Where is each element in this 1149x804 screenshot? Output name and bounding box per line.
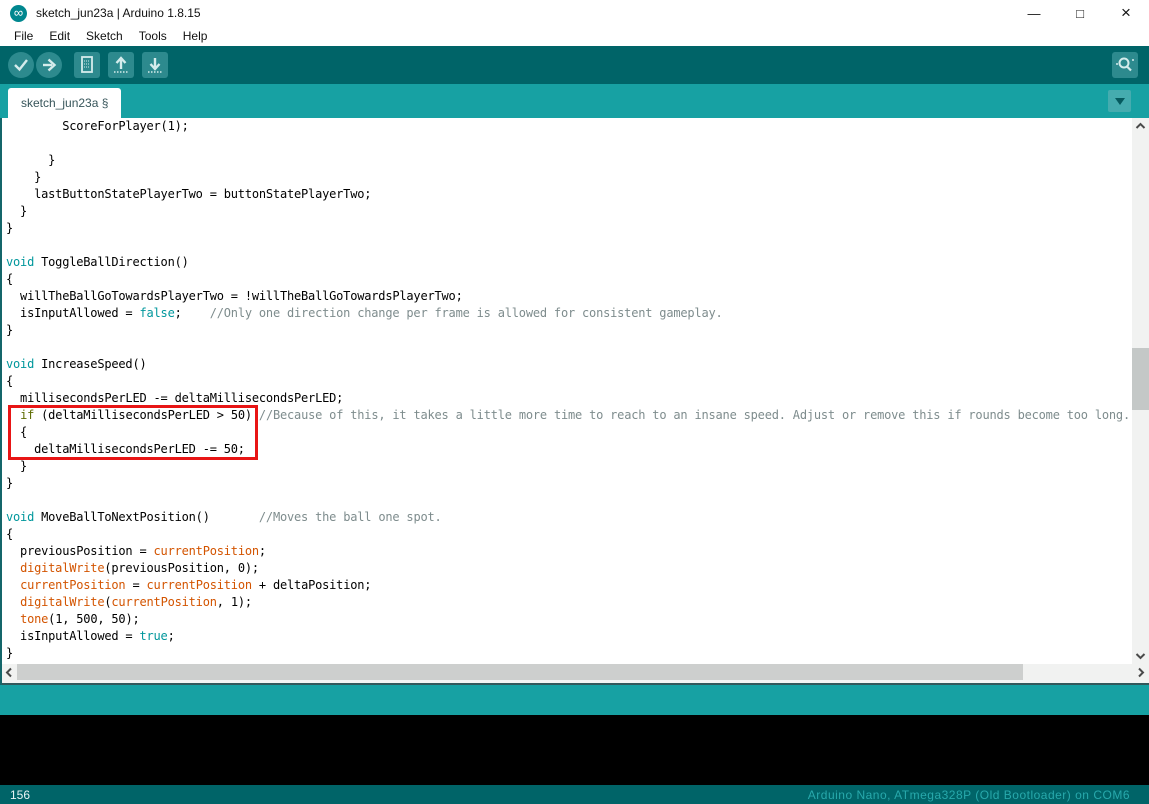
code-line: } [6,645,1132,662]
arrow-right-icon [36,52,62,78]
arrow-up-tray-icon [108,52,134,78]
code-line: { [6,271,1132,288]
code-line [6,492,1132,509]
menu-edit[interactable]: Edit [41,27,78,45]
horizontal-scrollbar[interactable] [0,664,1149,680]
tab-list-dropdown-button[interactable] [1108,90,1131,112]
code-line: void ToggleBallDirection() [6,254,1132,271]
code-line: tone(1, 500, 50); [6,611,1132,628]
code-line: } [6,152,1132,169]
menu-help[interactable]: Help [175,27,216,45]
code-line: } [6,169,1132,186]
menu-file[interactable]: File [6,27,41,45]
save-sketch-button[interactable] [142,52,168,78]
code-line: digitalWrite(currentPosition, 1); [6,594,1132,611]
close-button[interactable]: × [1103,0,1149,26]
code-line: isInputAllowed = false; //Only one direc… [6,305,1132,322]
window-controls: — □ × [1011,0,1149,26]
code-line: isInputAllowed = true; [6,628,1132,645]
menu-tools[interactable]: Tools [131,27,175,45]
scroll-down-arrow[interactable] [1132,648,1149,664]
scroll-up-arrow[interactable] [1132,118,1149,134]
titlebar: ∞ sketch_jun23a | Arduino 1.8.15 — □ × [0,0,1149,26]
code-line: } [6,475,1132,492]
verify-button[interactable] [8,52,34,78]
menu-sketch[interactable]: Sketch [78,27,131,45]
code-line: void IncreaseSpeed() [6,356,1132,373]
code-line: { [6,373,1132,390]
code-line: ScoreForPlayer(1); [6,118,1132,135]
code-line [6,237,1132,254]
arrow-down-tray-icon [142,52,168,78]
status-message-area [0,685,1149,715]
check-icon [8,52,34,78]
console-output [0,715,1149,785]
horizontal-scrollbar-thumb[interactable] [17,664,1023,680]
scroll-right-arrow[interactable] [1132,664,1149,680]
minimize-button[interactable]: — [1011,0,1057,26]
arduino-logo-icon: ∞ [10,5,27,22]
vertical-scrollbar[interactable] [1132,118,1149,664]
menubar: File Edit Sketch Tools Help [0,26,1149,46]
chevron-down-icon [1115,98,1125,105]
code-line: digitalWrite(previousPosition, 0); [6,560,1132,577]
code-line [6,339,1132,356]
tabbar: sketch_jun23a § [0,84,1149,118]
code-line: } [6,458,1132,475]
board-port-info: Arduino Nano, ATmega328P (Old Bootloader… [808,788,1130,802]
upload-button[interactable] [36,52,62,78]
new-sketch-button[interactable] [74,52,100,78]
serial-monitor-button[interactable] [1112,52,1138,78]
statusbar: 156 Arduino Nano, ATmega328P (Old Bootlo… [0,785,1149,804]
code-line: lastButtonStatePlayerTwo = buttonStatePl… [6,186,1132,203]
code-line [6,135,1132,152]
code-line: void MoveBallToNextPosition() //Moves th… [6,509,1132,526]
code-line: previousPosition = currentPosition; [6,543,1132,560]
vertical-scrollbar-thumb[interactable] [1132,348,1149,410]
code-line: } [6,220,1132,237]
document-icon [74,52,100,78]
cursor-line-number: 156 [10,788,30,802]
toolbar [0,46,1149,84]
annotation-rectangle [8,405,258,460]
code-line: currentPosition = currentPosition + delt… [6,577,1132,594]
code-lines: ScoreForPlayer(1); } } lastButtonStatePl… [6,118,1132,662]
scroll-left-arrow[interactable] [0,664,17,680]
code-line: { [6,526,1132,543]
open-sketch-button[interactable] [108,52,134,78]
tab-sketch-jun23a[interactable]: sketch_jun23a § [8,88,121,118]
magnifier-icon [1112,52,1138,78]
code-line: willTheBallGoTowardsPlayerTwo = !willThe… [6,288,1132,305]
window-title: sketch_jun23a | Arduino 1.8.15 [36,6,201,20]
window-edge [0,118,2,685]
maximize-button[interactable]: □ [1057,0,1103,26]
code-editor[interactable]: ScoreForPlayer(1); } } lastButtonStatePl… [0,118,1149,664]
code-line: } [6,322,1132,339]
code-line: } [6,203,1132,220]
